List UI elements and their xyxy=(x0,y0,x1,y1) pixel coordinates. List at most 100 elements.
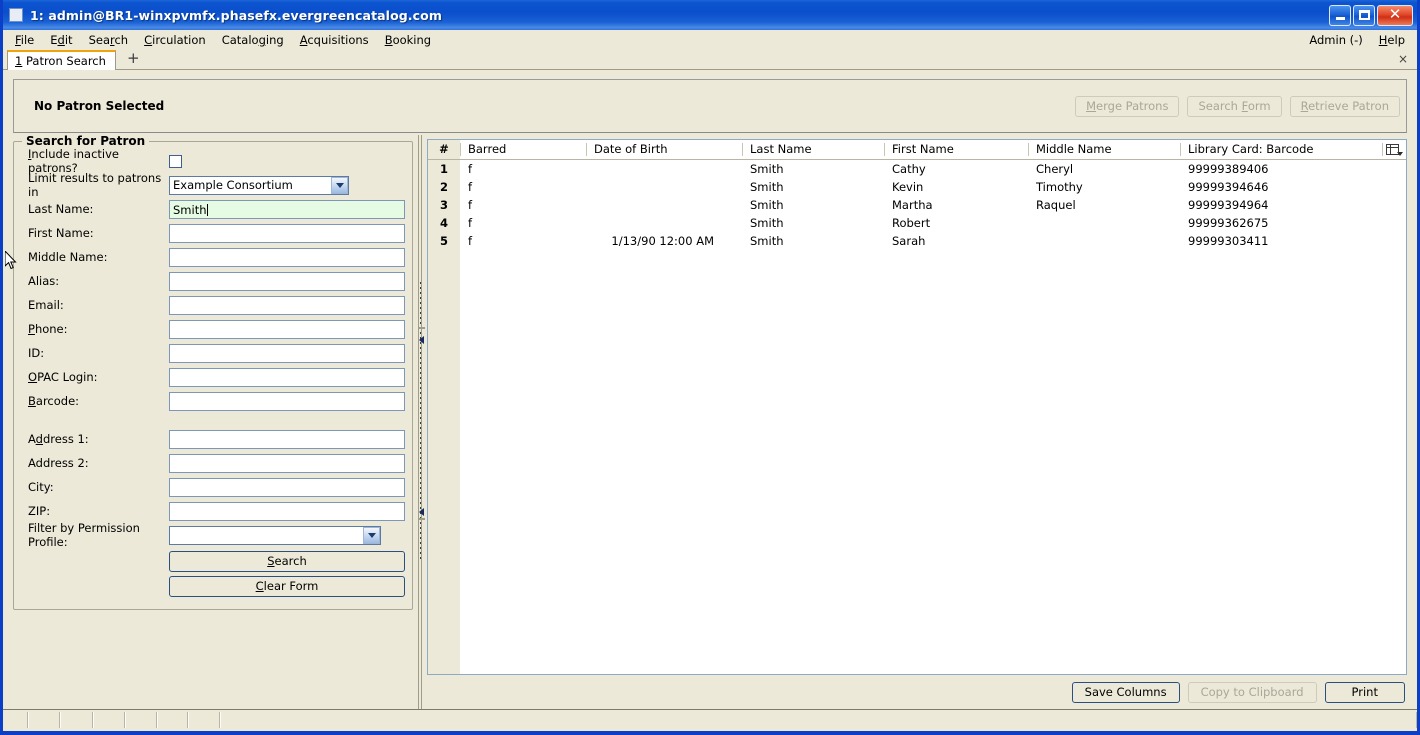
col-header-first-name[interactable]: First Name xyxy=(884,140,1028,160)
last-name-input[interactable]: Smith xyxy=(169,199,405,219)
middle-name-input[interactable] xyxy=(169,247,405,267)
permission-profile-select[interactable] xyxy=(169,525,381,545)
clear-form-button[interactable]: Clear Form xyxy=(169,576,405,597)
cell-barcode: 99999394646 xyxy=(1180,177,1370,196)
menu-acquisitions[interactable]: Acquisitions xyxy=(292,31,377,49)
include-inactive-checkbox[interactable] xyxy=(169,154,182,168)
cell-icon-filler xyxy=(1382,231,1406,250)
merge-patrons-button[interactable]: Merge Patrons xyxy=(1075,95,1180,117)
zip-label: ZIP: xyxy=(28,504,51,518)
limit-results-select[interactable]: Example Consortium xyxy=(169,175,349,195)
cell-middle-name xyxy=(1028,231,1180,250)
status-segment-6 xyxy=(158,712,189,728)
close-button[interactable]: ✕ xyxy=(1377,4,1413,26)
address-1-input[interactable] xyxy=(169,429,405,449)
zip-input[interactable] xyxy=(169,501,405,521)
alias-input[interactable] xyxy=(169,271,405,291)
cell-middle-name xyxy=(1028,213,1180,232)
city-input[interactable] xyxy=(169,477,405,497)
phone-input[interactable] xyxy=(169,319,405,339)
table-row[interactable]: 3 f Smith Martha Raquel 99999394964 xyxy=(428,195,1406,214)
cell-dob xyxy=(586,177,742,196)
tab-patron-search[interactable]: 1 Patron Search xyxy=(7,50,116,70)
first-name-input[interactable] xyxy=(169,223,405,243)
row-zip: ZIP: xyxy=(21,499,405,523)
menu-cataloging[interactable]: Cataloging xyxy=(214,31,292,49)
cell-filler xyxy=(1370,159,1382,178)
id-input[interactable] xyxy=(169,343,405,363)
menu-help[interactable]: Help xyxy=(1371,31,1413,49)
col-header-dob[interactable]: Date of Birth xyxy=(586,140,742,160)
cell-first-name: Cathy xyxy=(884,159,1028,178)
col-header-number[interactable]: # xyxy=(428,140,460,160)
split-container: Search for Patron Include inactive patro… xyxy=(13,133,1407,709)
limit-results-value: Example Consortium xyxy=(173,178,293,192)
barcode-label: Barcode: xyxy=(28,394,80,408)
search-button[interactable]: Search xyxy=(169,551,405,572)
table-empty-area xyxy=(428,249,1406,674)
table-header-row: # Barred Date of Birth Last Name First N… xyxy=(428,140,1406,160)
menu-admin[interactable]: Admin (-) xyxy=(1301,31,1370,49)
menu-edit[interactable]: Edit xyxy=(42,31,80,49)
cell-icon-filler xyxy=(1382,213,1406,232)
copy-to-clipboard-button[interactable]: Copy to Clipboard xyxy=(1187,681,1317,703)
status-segment-4 xyxy=(94,712,126,728)
close-tab-button[interactable]: × xyxy=(1398,52,1417,69)
status-segment-1 xyxy=(3,712,29,728)
row-address-1: Address 1: xyxy=(21,427,405,451)
cell-row-number: 3 xyxy=(428,195,460,214)
cell-filler xyxy=(1370,231,1382,250)
col-header-last-name[interactable]: Last Name xyxy=(742,140,884,160)
table-row[interactable]: 2 f Smith Kevin Timothy 99999394646 xyxy=(428,177,1406,196)
col-header-middle-name[interactable]: Middle Name xyxy=(1028,140,1180,160)
title-bar: 1: admin@BR1-winxpvmfx.phasefx.evergreen… xyxy=(3,0,1417,30)
menu-file[interactable]: File xyxy=(7,31,42,49)
address-2-input[interactable] xyxy=(169,453,405,473)
col-header-barred[interactable]: Barred xyxy=(460,140,586,160)
maximize-button[interactable] xyxy=(1353,4,1375,26)
tab-label: Patron Search xyxy=(25,54,106,68)
pane-splitter[interactable] xyxy=(413,135,427,709)
row-limit-results: Limit results to patrons in Example Cons… xyxy=(21,171,405,199)
row-middle-name: Middle Name: xyxy=(21,245,405,269)
menu-search[interactable]: Search xyxy=(81,31,137,49)
cell-icon-filler xyxy=(1382,195,1406,214)
search-group-legend: Search for Patron xyxy=(22,134,150,148)
cell-dob xyxy=(586,213,742,232)
search-form-button[interactable]: Search Form xyxy=(1187,95,1282,117)
maximize-icon xyxy=(1358,10,1370,20)
cell-row-number: 1 xyxy=(428,159,460,178)
column-picker-button[interactable] xyxy=(1382,140,1406,160)
splitter-nub-bottom xyxy=(418,518,425,521)
splitter-nub-top xyxy=(418,326,425,329)
save-columns-button[interactable]: Save Columns xyxy=(1071,681,1180,703)
main-content: No Patron Selected Merge Patrons Search … xyxy=(3,70,1417,709)
results-table-wrapper: # Barred Date of Birth Last Name First N… xyxy=(427,139,1407,675)
splitter-bar[interactable] xyxy=(418,135,425,709)
collapse-left-arrow-icon-2[interactable] xyxy=(419,508,424,517)
barcode-input[interactable] xyxy=(169,391,405,411)
menu-circulation[interactable]: Circulation xyxy=(136,31,214,49)
cell-barcode: 99999394964 xyxy=(1180,195,1370,214)
print-button[interactable]: Print xyxy=(1324,681,1405,703)
cell-first-name: Robert xyxy=(884,213,1028,232)
table-row[interactable]: 4 f Smith Robert 99999362675 xyxy=(428,213,1406,232)
minimize-button[interactable] xyxy=(1329,4,1351,26)
tab-number: 1 xyxy=(15,54,23,68)
row-clear-button: Clear Form xyxy=(21,576,405,597)
city-label: City: xyxy=(28,480,54,494)
table-row[interactable]: 5 f 1/13/90 12:00 AM Smith Sarah 9999930… xyxy=(428,231,1406,250)
cell-middle-name: Cheryl xyxy=(1028,159,1180,178)
cell-icon-filler xyxy=(1382,159,1406,178)
opac-login-label: OPAC Login: xyxy=(28,370,98,384)
col-header-library-card-barcode[interactable]: Library Card: Barcode xyxy=(1180,140,1370,160)
menu-booking[interactable]: Booking xyxy=(377,31,439,49)
table-row[interactable]: 1 f Smith Cathy Cheryl 99999389406 xyxy=(428,159,1406,178)
collapse-left-arrow-icon[interactable] xyxy=(419,335,424,344)
patron-header-actions: Merge Patrons Search Form Retrieve Patro… xyxy=(1075,95,1400,117)
cell-middle-name: Timothy xyxy=(1028,177,1180,196)
opac-login-input[interactable] xyxy=(169,367,405,387)
new-tab-button[interactable]: + xyxy=(122,51,145,69)
retrieve-patron-button[interactable]: Retrieve Patron xyxy=(1289,95,1400,117)
email-input[interactable] xyxy=(169,295,405,315)
